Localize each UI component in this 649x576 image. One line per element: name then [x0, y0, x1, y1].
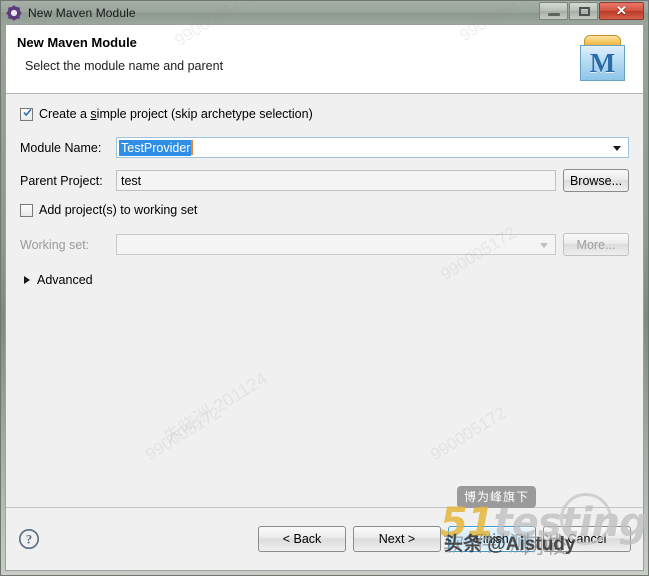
- wizard-buttons: < Back Next > Finish Cancel: [251, 526, 631, 552]
- screenshot-root: New Maven Module ✕ New Maven Module Sele…: [0, 0, 649, 576]
- wizard-header: New Maven Module Select the module name …: [6, 25, 643, 94]
- parent-project-label: Parent Project:: [20, 173, 103, 188]
- back-button[interactable]: < Back: [258, 526, 346, 552]
- next-button[interactable]: Next >: [353, 526, 441, 552]
- working-set-checkbox-label: Add project(s) to working set: [39, 203, 198, 217]
- working-set-checkbox[interactable]: [20, 203, 33, 217]
- watermark-text-cn: 朱晓洲 201124: [160, 368, 271, 448]
- window-title: New Maven Module: [28, 5, 136, 20]
- close-button[interactable]: ✕: [599, 2, 644, 20]
- module-name-row: Module Name: TestProvider: [20, 137, 629, 158]
- form-area: Create a simple project (skip archetype …: [6, 94, 643, 507]
- page-subtitle: Select the module name and parent: [25, 59, 224, 73]
- cancel-button[interactable]: Cancel: [543, 526, 631, 552]
- working-set-checkbox-row[interactable]: Add project(s) to working set: [20, 203, 629, 217]
- simple-project-checkbox[interactable]: [20, 107, 33, 121]
- advanced-label: Advanced: [37, 273, 93, 287]
- watermark-number-2: 990005172: [427, 402, 510, 465]
- working-set-label: Working set:: [20, 237, 90, 252]
- simple-project-row[interactable]: Create a simple project (skip archetype …: [20, 107, 629, 121]
- svg-text:?: ?: [26, 533, 32, 547]
- chevron-down-icon-disabled: [540, 242, 548, 248]
- dialog-window: New Maven Module ✕ New Maven Module Sele…: [0, 0, 649, 576]
- parent-project-input[interactable]: test: [116, 170, 556, 191]
- maximize-button[interactable]: [569, 2, 598, 20]
- maven-letter: M: [589, 47, 616, 78]
- advanced-toggle[interactable]: Advanced: [20, 273, 629, 287]
- minimize-button[interactable]: [539, 2, 568, 20]
- maven-folder-icon: M: [573, 31, 633, 89]
- chevron-down-icon[interactable]: [613, 145, 621, 151]
- simple-project-label-before: Create a: [39, 107, 91, 121]
- triangle-right-icon: [24, 276, 30, 284]
- dialog-body: New Maven Module Select the module name …: [5, 24, 644, 571]
- check-icon: [23, 108, 32, 116]
- button-bar: ? < Back Next > Finish Cancel: [6, 507, 643, 570]
- module-name-value: TestProvider: [119, 139, 192, 156]
- module-name-input[interactable]: TestProvider: [116, 137, 629, 158]
- browse-button[interactable]: Browse...: [563, 169, 629, 192]
- page-title: New Maven Module: [17, 35, 137, 50]
- folder-box: M: [580, 45, 625, 81]
- title-bar[interactable]: New Maven Module ✕: [1, 1, 648, 24]
- finish-button[interactable]: Finish: [448, 526, 536, 552]
- help-question-icon[interactable]: ?: [18, 528, 40, 550]
- working-set-input: [116, 234, 556, 255]
- window-controls: ✕: [539, 2, 645, 20]
- working-set-row: Working set: More...: [20, 233, 629, 256]
- gear-icon: [6, 5, 22, 21]
- simple-project-label-after: imple project (skip archetype selection): [96, 107, 313, 121]
- module-name-label: Module Name:: [20, 140, 102, 155]
- minimize-icon: [548, 13, 560, 16]
- maximize-icon: [579, 7, 590, 16]
- text-caret: [191, 140, 194, 155]
- simple-project-label: Create a simple project (skip archetype …: [39, 107, 313, 121]
- close-icon: ✕: [616, 3, 627, 18]
- parent-project-row: Parent Project: test Browse...: [20, 169, 629, 192]
- watermark-number-1: 990005172: [142, 402, 225, 465]
- more-button: More...: [563, 233, 629, 256]
